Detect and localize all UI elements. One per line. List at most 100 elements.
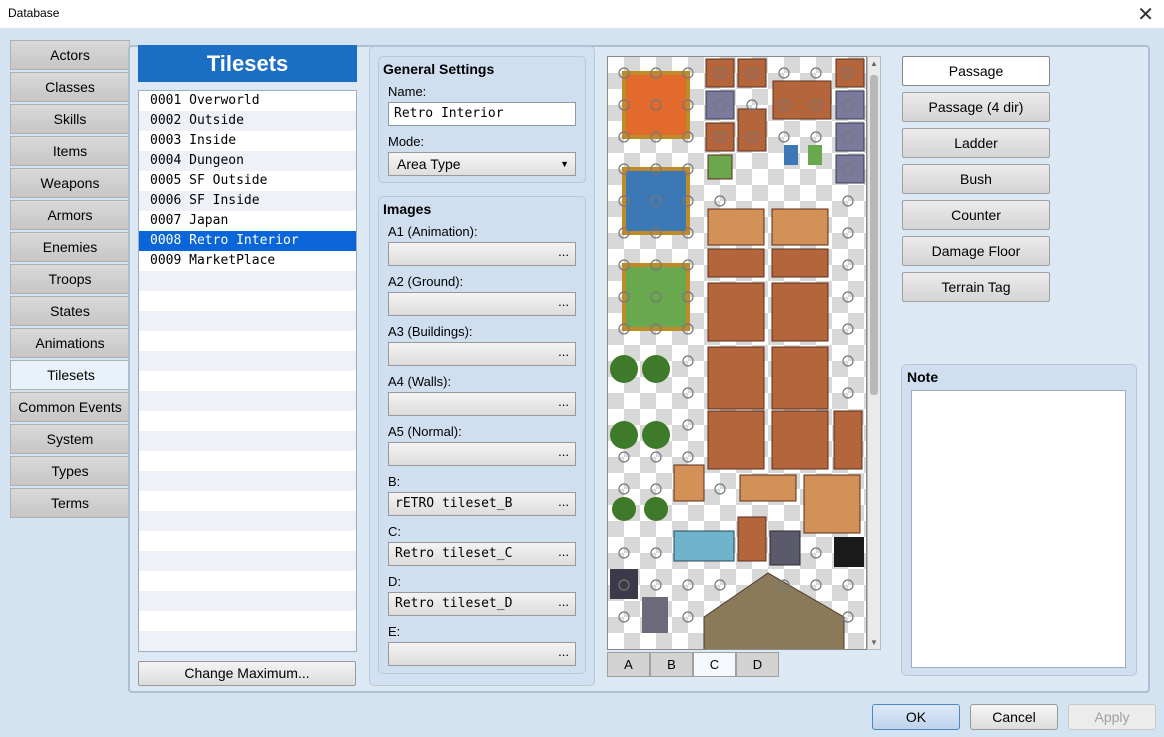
- tileset-palette-canvas[interactable]: [607, 56, 867, 650]
- empty-row: [139, 391, 356, 411]
- cabinet-tile: [737, 516, 767, 562]
- terrain-tag-button[interactable]: Terrain Tag: [902, 272, 1050, 302]
- empty-row: [139, 291, 356, 311]
- dark-tile: [834, 537, 864, 567]
- cancel-button[interactable]: Cancel: [970, 704, 1058, 730]
- browse-icon: ...: [558, 594, 569, 609]
- tab-weapons[interactable]: Weapons: [10, 168, 130, 198]
- passage-button[interactable]: Passage: [902, 56, 1050, 86]
- book-tile: [808, 145, 822, 165]
- tileset-list[interactable]: 0001 Overworld 0002 Outside 0003 Inside …: [138, 90, 357, 652]
- tab-system[interactable]: System: [10, 424, 130, 454]
- crate-tile: [673, 464, 705, 502]
- tileset-palette-graphic: [610, 58, 865, 649]
- image-field-b[interactable]: rETRO tileset_B...: [388, 492, 576, 516]
- image-label-a1: A1 (Animation):: [388, 224, 478, 239]
- tab-page-b[interactable]: B: [650, 652, 693, 677]
- book-tile: [784, 145, 798, 165]
- tileset-item-0006[interactable]: 0006 SF Inside: [139, 191, 356, 211]
- tab-items[interactable]: Items: [10, 136, 130, 166]
- red-rug-tile: [622, 71, 690, 139]
- image-field-a4[interactable]: ...: [388, 392, 576, 416]
- note-textarea[interactable]: [911, 390, 1126, 668]
- title-bar: Database ✕: [0, 0, 1164, 28]
- table-tile: [707, 208, 765, 246]
- name-input[interactable]: Retro Interior: [388, 102, 576, 126]
- damage-floor-button[interactable]: Damage Floor: [902, 236, 1050, 266]
- images-header: Images: [383, 201, 432, 217]
- image-field-d[interactable]: Retro tileset_D...: [388, 592, 576, 616]
- green-rug-tile: [622, 263, 690, 331]
- tileset-item-0009[interactable]: 0009 MarketPlace: [139, 251, 356, 271]
- tab-page-a[interactable]: A: [607, 652, 650, 677]
- scrollbar-thumb[interactable]: [870, 75, 878, 395]
- tab-common-events[interactable]: Common Events: [10, 392, 130, 422]
- image-label-a5: A5 (Normal):: [388, 424, 462, 439]
- tab-types[interactable]: Types: [10, 456, 130, 486]
- ladder-button[interactable]: Ladder: [902, 128, 1050, 158]
- tileset-item-0005[interactable]: 0005 SF Outside: [139, 171, 356, 191]
- tab-animations[interactable]: Animations: [10, 328, 130, 358]
- pillar-tile: [642, 597, 668, 633]
- counter-button[interactable]: Counter: [902, 200, 1050, 230]
- dresser-tile: [771, 346, 829, 410]
- appliance-tile: [705, 90, 735, 120]
- image-label-a3: A3 (Buildings):: [388, 324, 473, 339]
- tab-classes[interactable]: Classes: [10, 72, 130, 102]
- tab-terms[interactable]: Terms: [10, 488, 130, 518]
- empty-row: [139, 451, 356, 471]
- cabinet-tile: [705, 58, 735, 88]
- tab-page-d[interactable]: D: [736, 652, 779, 677]
- cabinet-tile: [835, 58, 865, 88]
- tileset-item-0008[interactable]: 0008 Retro Interior: [139, 231, 356, 251]
- tab-page-c[interactable]: C: [693, 652, 736, 677]
- stove-tile: [769, 530, 801, 566]
- ok-button[interactable]: OK: [872, 704, 960, 730]
- table-tile: [771, 248, 829, 278]
- mode-value: Area Type: [397, 156, 461, 172]
- scroll-down-icon[interactable]: ▼: [870, 638, 878, 647]
- passage-4dir-button[interactable]: Passage (4 dir): [902, 92, 1050, 122]
- empty-row: [139, 271, 356, 291]
- general-settings-header: General Settings: [383, 61, 495, 77]
- image-field-a3[interactable]: ...: [388, 342, 576, 366]
- image-label-d: D:: [388, 574, 401, 589]
- apply-button[interactable]: Apply: [1068, 704, 1156, 730]
- empty-row: [139, 511, 356, 531]
- tab-troops[interactable]: Troops: [10, 264, 130, 294]
- appliance-tile: [835, 122, 865, 152]
- bush-button[interactable]: Bush: [902, 164, 1050, 194]
- image-field-e[interactable]: ...: [388, 642, 576, 666]
- empty-row: [139, 591, 356, 611]
- appliance-tile: [835, 154, 865, 184]
- tab-skills[interactable]: Skills: [10, 104, 130, 134]
- window-title: Database: [8, 6, 60, 20]
- image-field-a5[interactable]: ...: [388, 442, 576, 466]
- chevron-down-icon: ▼: [560, 159, 569, 169]
- tileset-item-0004[interactable]: 0004 Dungeon: [139, 151, 356, 171]
- browse-icon: ...: [558, 394, 569, 409]
- tileset-item-0007[interactable]: 0007 Japan: [139, 211, 356, 231]
- image-field-c[interactable]: Retro tileset_C...: [388, 542, 576, 566]
- tab-armors[interactable]: Armors: [10, 200, 130, 230]
- empty-row: [139, 551, 356, 571]
- mode-select[interactable]: Area Type ▼: [388, 152, 576, 176]
- tab-tilesets[interactable]: Tilesets: [10, 360, 131, 390]
- note-label: Note: [907, 369, 939, 385]
- tileset-item-0002[interactable]: 0002 Outside: [139, 111, 356, 131]
- image-field-a2[interactable]: ...: [388, 292, 576, 316]
- tab-actors[interactable]: Actors: [10, 40, 130, 70]
- image-field-a1[interactable]: ...: [388, 242, 576, 266]
- scroll-up-icon[interactable]: ▲: [870, 59, 878, 68]
- empty-row: [139, 571, 356, 591]
- palette-scrollbar[interactable]: ▲ ▼: [867, 56, 881, 650]
- change-maximum-button[interactable]: Change Maximum...: [138, 661, 356, 686]
- tileset-item-0003[interactable]: 0003 Inside: [139, 131, 356, 151]
- close-icon[interactable]: ✕: [1137, 2, 1154, 27]
- tileset-item-0001[interactable]: 0001 Overworld: [139, 91, 356, 111]
- image-label-a2: A2 (Ground):: [388, 274, 464, 289]
- tab-states[interactable]: States: [10, 296, 130, 326]
- cupboard-tile: [803, 474, 861, 534]
- tab-enemies[interactable]: Enemies: [10, 232, 130, 262]
- image-label-a4: A4 (Walls):: [388, 374, 452, 389]
